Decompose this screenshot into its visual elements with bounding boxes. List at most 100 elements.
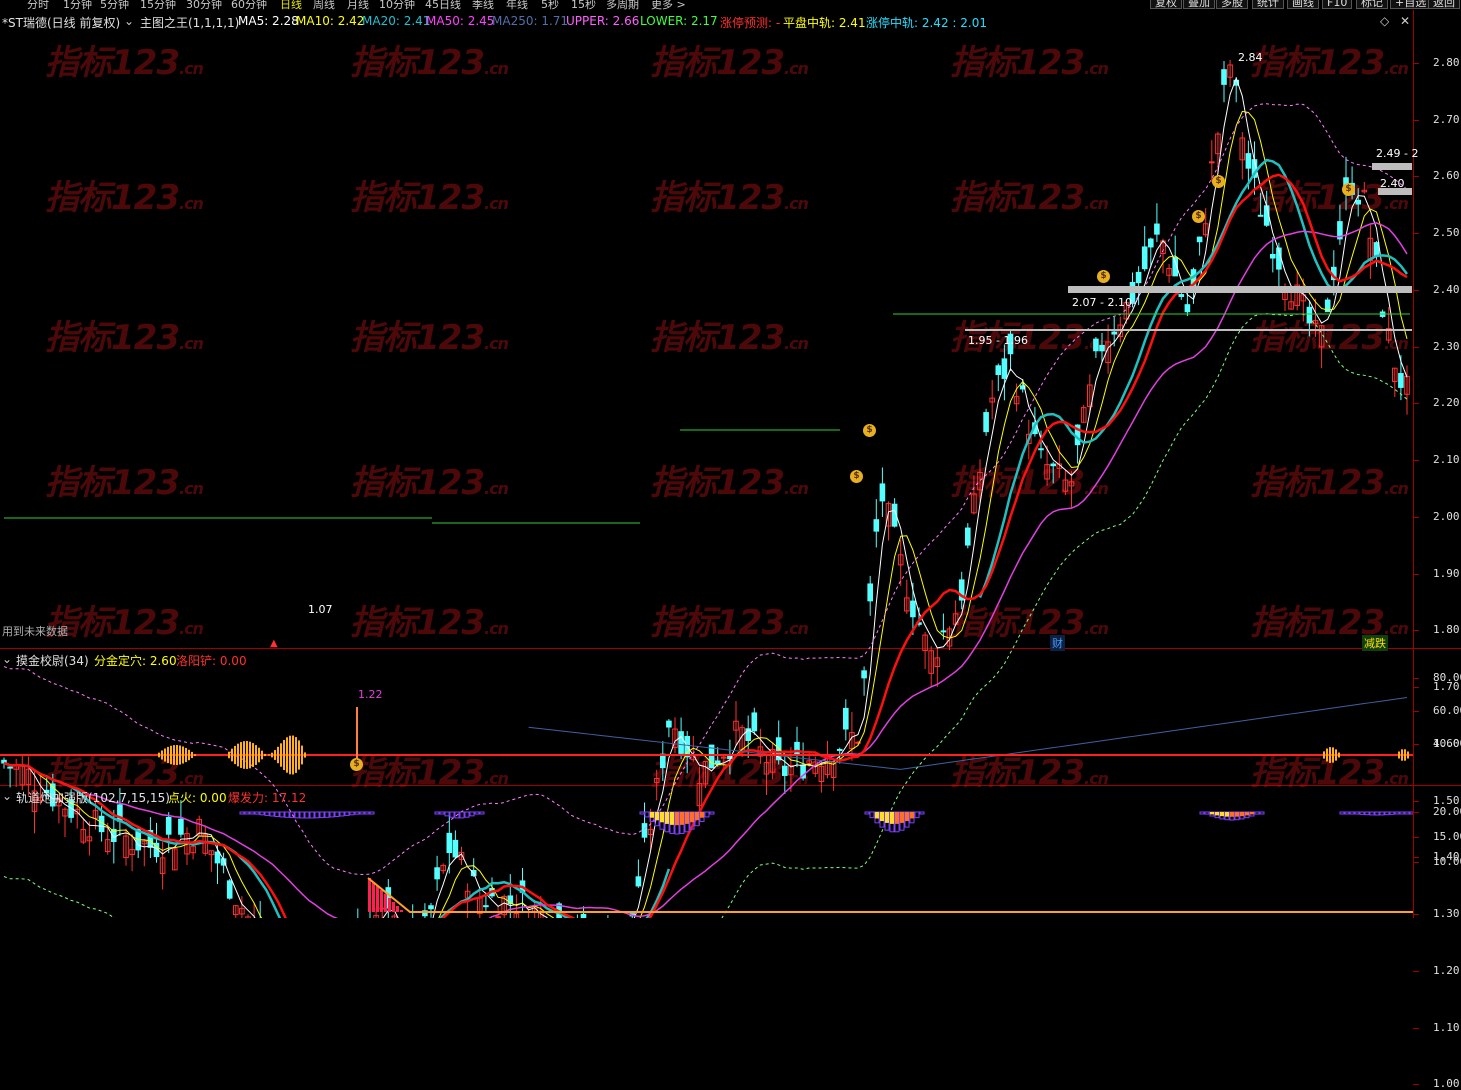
y-tick <box>1413 678 1419 679</box>
purple-bar <box>1339 811 1345 815</box>
fire-bar <box>1225 812 1229 817</box>
candle-body <box>879 483 886 502</box>
fire-bar <box>905 812 909 822</box>
osc-bar <box>231 748 233 762</box>
candle-body <box>836 748 843 751</box>
purple-bar <box>639 811 645 815</box>
purple-bar <box>1404 811 1410 815</box>
purple-bar <box>294 811 300 819</box>
money-bag-icon[interactable]: $ <box>1342 183 1355 196</box>
osc-bar <box>289 735 291 775</box>
osc-bar <box>164 748 166 762</box>
purple-bar <box>1349 811 1355 815</box>
purple-bar <box>449 811 455 818</box>
y-tick <box>1413 812 1419 813</box>
osc-bar <box>1398 751 1400 759</box>
osc-bar <box>1407 751 1409 759</box>
y-tick <box>1413 857 1419 859</box>
candle-body <box>1154 223 1160 235</box>
chevron-down-icon[interactable]: ⌄ <box>2 652 12 666</box>
toolbar-button-8[interactable]: 返回 <box>1428 0 1460 9</box>
panel2-name[interactable]: 摸金校尉(34) <box>16 652 89 669</box>
candle-body <box>1263 205 1270 226</box>
purple-bar <box>479 811 485 815</box>
osc-bar <box>249 741 251 769</box>
purple-bar <box>434 811 440 815</box>
purple-bar <box>344 811 350 816</box>
candle-body <box>165 816 172 835</box>
purple-bar <box>244 811 250 815</box>
osc-bar <box>161 750 163 760</box>
band-label-2: 2.40 <box>1380 177 1405 190</box>
y-tick <box>1413 800 1419 802</box>
candle-body <box>1141 246 1148 270</box>
y-tick <box>1413 1084 1419 1086</box>
money-bag-icon[interactable]: $ <box>850 470 863 483</box>
reduce-badge[interactable]: 减跌 <box>1362 635 1388 651</box>
candle-body <box>1355 199 1362 205</box>
finance-badge[interactable]: 财 <box>1050 635 1065 651</box>
candle-body <box>1221 69 1227 85</box>
purple-bar <box>704 811 710 818</box>
osc-bar <box>240 742 242 768</box>
purple-bar <box>319 811 325 819</box>
fire-bar <box>680 812 684 825</box>
osc-bar <box>185 747 187 763</box>
osc-bar <box>176 745 178 765</box>
candle-body <box>965 527 971 546</box>
y-tick-label: 2.40 <box>1433 282 1460 296</box>
purple-bar <box>1389 811 1395 815</box>
money-bag-icon[interactable]: $ <box>1192 210 1205 223</box>
money-bag-icon[interactable]: $ <box>1212 175 1225 188</box>
candle-body <box>1196 236 1203 243</box>
panel3-field2: 爆发力: 17.12 <box>228 791 307 805</box>
chevron-down-icon[interactable]: ⌄ <box>2 789 12 803</box>
candle-body <box>635 876 642 887</box>
osc-bar <box>173 745 175 765</box>
future-data-note: 用到未来数据 <box>2 625 68 638</box>
fire-bar <box>685 812 689 824</box>
purple-bar <box>1354 811 1360 815</box>
money-bag-icon[interactable]: $ <box>1097 270 1110 283</box>
candle-body <box>1099 344 1105 352</box>
y-tick <box>1413 1027 1419 1029</box>
y-tick-label: 15.00 <box>1433 830 1461 843</box>
burst-bar <box>400 910 403 912</box>
osc-bar <box>1326 748 1328 762</box>
purple-bar <box>279 811 285 818</box>
panel2-field2: 洛阳铲: 0.00 <box>176 654 247 668</box>
fire-bar <box>895 812 899 824</box>
y-tick-label: 2.60 <box>1433 169 1460 183</box>
osc-bar <box>264 753 266 757</box>
purple-bar <box>1384 811 1390 816</box>
fire-bar <box>1245 812 1249 816</box>
candle-body <box>1001 358 1008 379</box>
money-bag-icon[interactable]: $ <box>863 424 876 437</box>
purple-bar <box>309 811 315 819</box>
candle-body <box>873 519 880 532</box>
candlestick-chart[interactable]: ▲ <box>0 0 1413 918</box>
osc-bar <box>243 741 245 769</box>
y-tick <box>1413 63 1419 64</box>
candle-body <box>1270 253 1276 259</box>
fire-bar <box>1235 812 1239 817</box>
fire-bar <box>875 812 879 819</box>
fire-bar <box>690 812 694 823</box>
fire-bar <box>1250 812 1254 815</box>
osc-bar <box>277 746 279 764</box>
fire-bar <box>880 812 884 822</box>
osc-bar <box>295 737 297 773</box>
panel2-field1: 分金定穴: 2.60 <box>94 654 177 668</box>
purple-bar <box>1204 811 1210 815</box>
low-annotation: 1.07 <box>308 603 333 616</box>
money-bag-icon[interactable]: $ <box>350 758 363 771</box>
candle-body <box>434 867 440 880</box>
candle-body <box>1148 238 1154 248</box>
purple-bar <box>304 811 310 819</box>
candle-body <box>580 913 587 918</box>
y-tick <box>1413 119 1419 121</box>
fire-bar <box>670 812 674 825</box>
fire-bar <box>695 812 699 821</box>
panel3-name[interactable]: 轨道炮加强版(102,7,15,15) <box>16 789 170 806</box>
purple-bar <box>249 811 255 815</box>
